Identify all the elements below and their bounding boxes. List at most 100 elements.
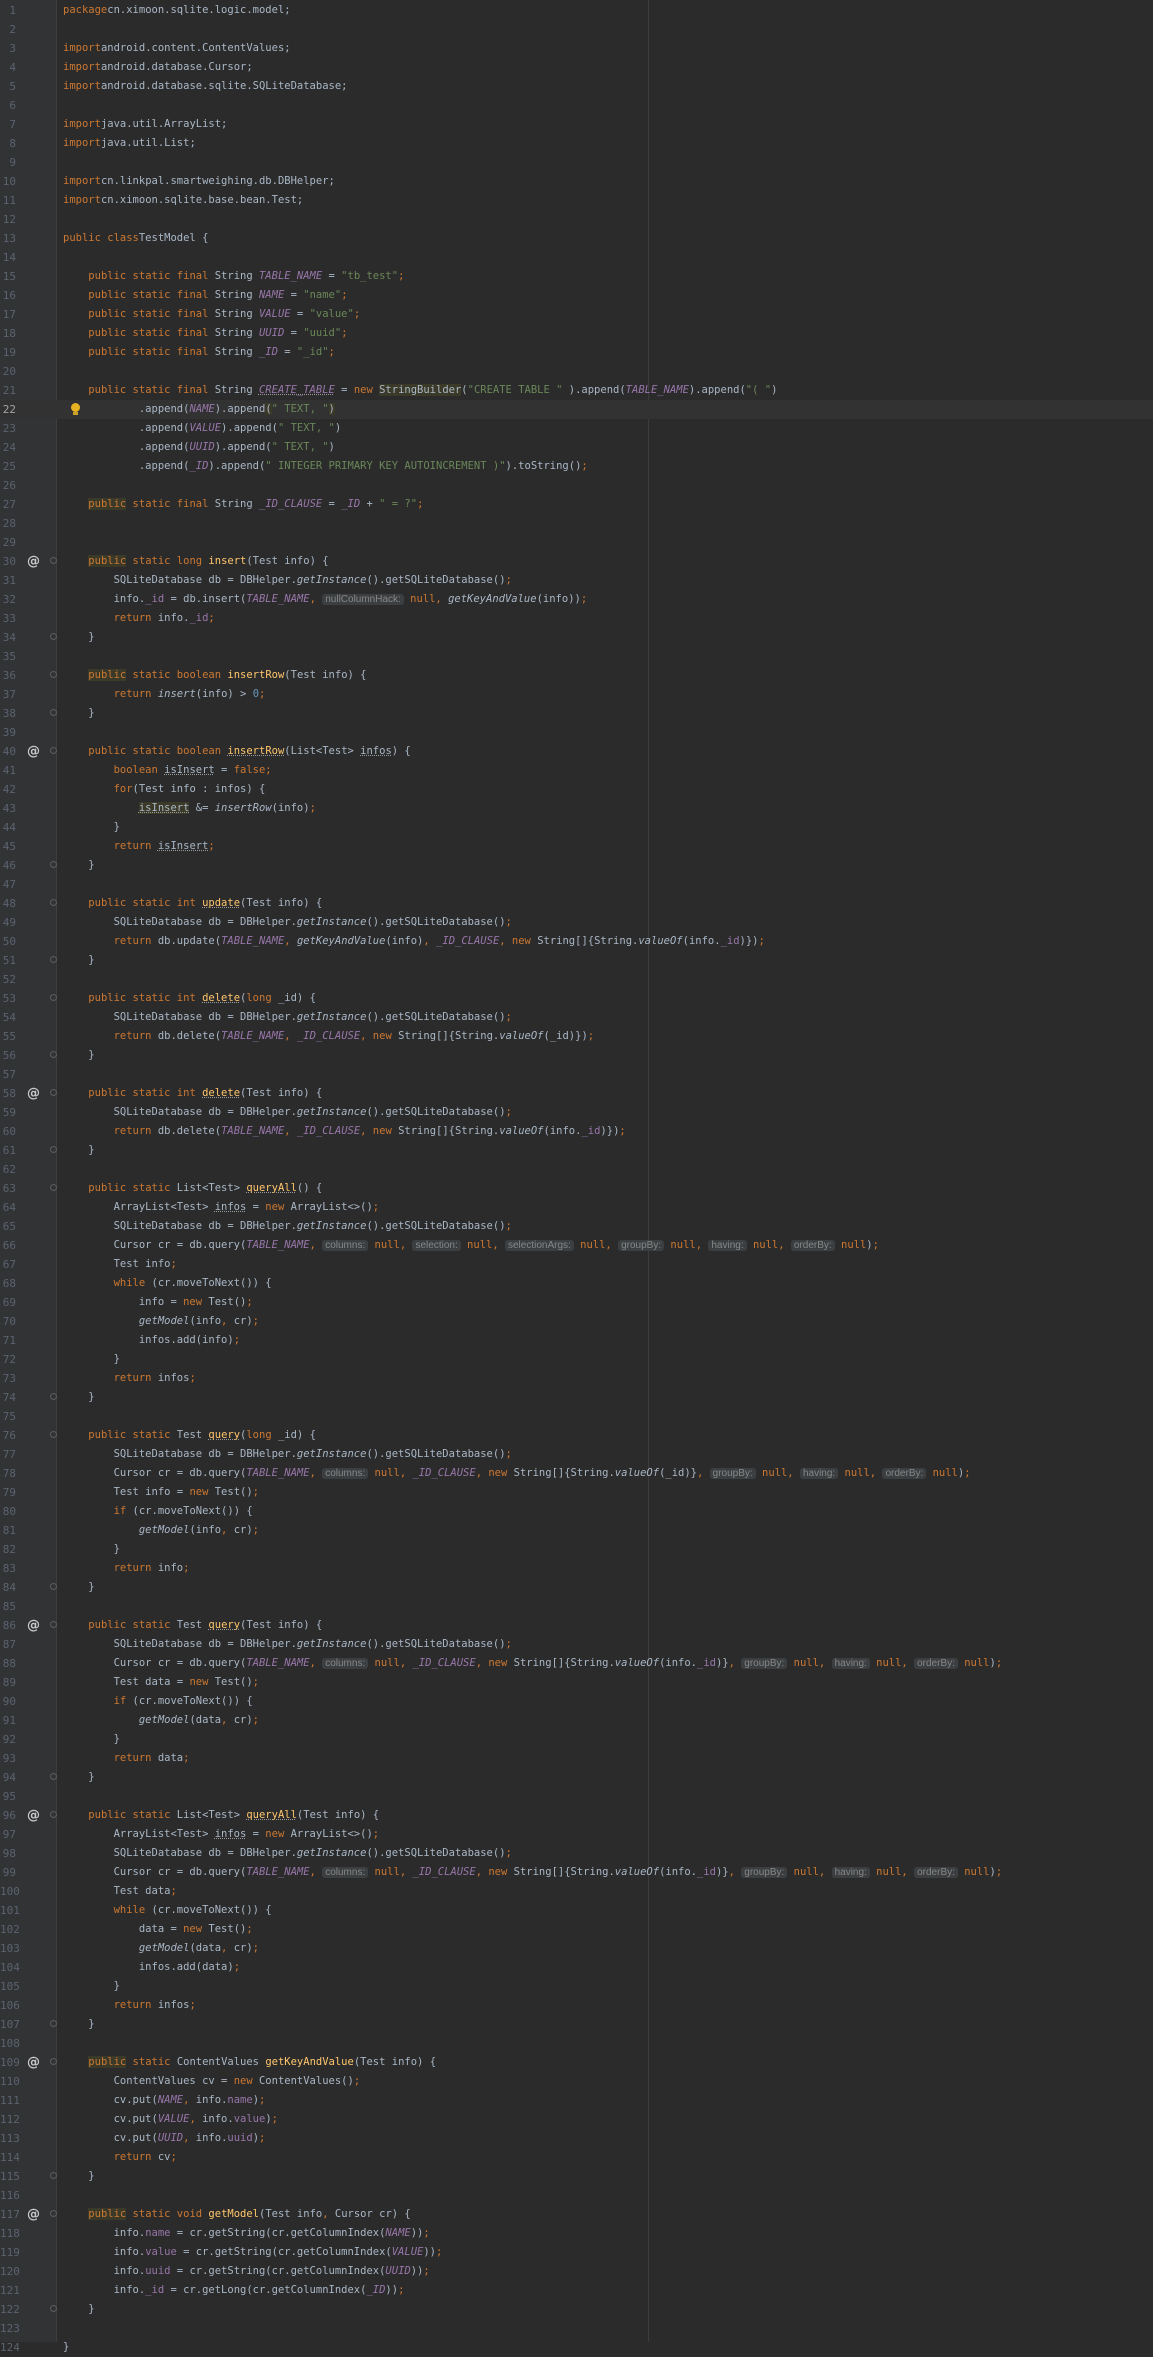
line-number[interactable]: 50 [0, 932, 16, 951]
line-number[interactable]: 73 [0, 1369, 16, 1388]
code-text[interactable]: infos.add(info); [63, 1331, 240, 1350]
code-line[interactable]: 88 Cursor cr = db.query(TABLE_NAME, colu… [0, 1654, 1153, 1673]
line-number[interactable]: 82 [0, 1540, 16, 1559]
code-text[interactable]: return cv; [63, 2148, 177, 2167]
line-number[interactable]: 46 [0, 856, 16, 875]
code-line[interactable]: 61 } [0, 1141, 1153, 1160]
code-text[interactable]: Cursor cr = db.query(TABLE_NAME, columns… [63, 1236, 879, 1255]
code-text[interactable]: infos.add(data); [63, 1958, 240, 1977]
code-line[interactable]: 71 infos.add(info); [0, 1331, 1153, 1350]
code-line[interactable]: 30 @ public static long insert(Test info)… [0, 552, 1153, 571]
line-number[interactable]: 51 [0, 951, 16, 970]
code-text[interactable]: getModel(info, cr); [63, 1312, 259, 1331]
code-text[interactable]: public static int delete(Test info) { [63, 1084, 322, 1103]
line-number[interactable]: 79 [0, 1483, 16, 1502]
line-number[interactable]: 8 [0, 134, 16, 153]
line-number[interactable]: 15 [0, 267, 16, 286]
line-number[interactable]: 60 [0, 1122, 16, 1141]
line-number[interactable]: 45 [0, 837, 16, 856]
line-number[interactable]: 75 [0, 1407, 16, 1426]
code-text[interactable]: ArrayList<Test> infos = new ArrayList<>(… [63, 1825, 380, 1844]
line-number[interactable]: 110 [0, 2072, 20, 2091]
code-line[interactable]: 27 public static final String _ID_CLAUSE… [0, 495, 1153, 514]
code-line[interactable]: 94 } [0, 1768, 1153, 1787]
fold-circle-icon[interactable] [50, 1050, 57, 1058]
line-number[interactable]: 2 [0, 20, 16, 39]
code-line[interactable]: 26 [0, 476, 1153, 495]
at-sign-icon[interactable]: @ [27, 1806, 40, 1825]
line-number[interactable]: 98 [0, 1844, 16, 1863]
code-text[interactable]: public static Test query(Test info) { [63, 1616, 322, 1635]
code-text[interactable]: public static int delete(long _id) { [63, 989, 316, 1008]
code-line[interactable]: 40 @ public static boolean insertRow(List… [0, 742, 1153, 761]
code-line[interactable]: 17 public static final String VALUE = "v… [0, 305, 1153, 324]
line-number[interactable]: 23 [0, 419, 16, 438]
code-text[interactable]: .append(NAME).append(" TEXT, ") [63, 400, 335, 419]
code-text[interactable]: } [63, 2338, 69, 2357]
line-number[interactable]: 84 [0, 1578, 16, 1597]
code-editor[interactable]: 1 packagecn.ximoon.sqlite.logic.model; 2 3 i… [0, 0, 1153, 2354]
line-number[interactable]: 56 [0, 1046, 16, 1065]
line-number[interactable]: 18 [0, 324, 16, 343]
line-number[interactable]: 123 [0, 2319, 20, 2338]
line-number[interactable]: 108 [0, 2034, 20, 2053]
code-line[interactable]: 37 return insert(info) > 0; [0, 685, 1153, 704]
code-line[interactable]: 20 [0, 362, 1153, 381]
line-number[interactable]: 5 [0, 77, 16, 96]
code-text[interactable]: public static ContentValues getKeyAndVal… [63, 2053, 436, 2072]
line-number[interactable]: 119 [0, 2243, 20, 2262]
code-line[interactable]: 22 .append(NAME).append(" TEXT, ") [0, 399, 1153, 419]
code-line[interactable]: 25 .append(_ID).append(" INTEGER PRIMARY… [0, 457, 1153, 476]
line-number[interactable]: 86 [0, 1616, 16, 1635]
line-number[interactable]: 77 [0, 1445, 16, 1464]
line-number[interactable]: 116 [0, 2186, 20, 2205]
line-number[interactable]: 85 [0, 1597, 16, 1616]
line-number[interactable]: 89 [0, 1673, 16, 1692]
code-text[interactable]: } [63, 2015, 94, 2034]
code-line[interactable]: 10 importcn.linkpal.smartweighing.db.DBHe… [0, 172, 1153, 191]
line-number[interactable]: 22 [0, 400, 16, 419]
code-text[interactable]: } [63, 818, 120, 837]
code-line[interactable]: 43 isInsert &= insertRow(info); [0, 799, 1153, 818]
code-text[interactable]: cv.put(NAME, info.name); [63, 2091, 266, 2110]
code-text[interactable]: public static int update(Test info) { [63, 894, 322, 913]
code-line[interactable]: 63 public static List<Test> queryAll() { [0, 1179, 1153, 1198]
code-text[interactable]: } [63, 704, 94, 723]
code-text[interactable]: Cursor cr = db.query(TABLE_NAME, columns… [63, 1863, 1002, 1882]
line-number[interactable]: 53 [0, 989, 16, 1008]
line-number[interactable]: 13 [0, 229, 16, 248]
code-line[interactable]: 14 [0, 248, 1153, 267]
code-text[interactable]: public static boolean insertRow(Test inf… [63, 666, 366, 685]
code-text[interactable]: SQLiteDatabase db = DBHelper.getInstance… [63, 1445, 512, 1464]
line-number[interactable]: 109 [0, 2053, 20, 2072]
line-number[interactable]: 16 [0, 286, 16, 305]
line-number[interactable]: 120 [0, 2262, 20, 2281]
code-line[interactable]: 58 @ public static int delete(Test info) … [0, 1084, 1153, 1103]
code-text[interactable]: return db.update(TABLE_NAME, getKeyAndVa… [63, 932, 765, 951]
line-number[interactable]: 59 [0, 1103, 16, 1122]
code-text[interactable]: importjava.util.ArrayList; [63, 115, 227, 134]
code-line[interactable]: 72 } [0, 1350, 1153, 1369]
fold-circle-icon[interactable] [50, 2019, 57, 2027]
code-line[interactable]: 48 public static int update(Test info) { [0, 894, 1153, 913]
code-line[interactable]: 121 info._id = cr.getLong(cr.getColumnIn… [0, 2281, 1153, 2300]
code-line[interactable]: 102 data = new Test(); [0, 1920, 1153, 1939]
code-text[interactable]: SQLiteDatabase db = DBHelper.getInstance… [63, 1103, 512, 1122]
code-text[interactable]: SQLiteDatabase db = DBHelper.getInstance… [63, 1844, 512, 1863]
code-line[interactable]: 24 .append(UUID).append(" TEXT, ") [0, 438, 1153, 457]
code-line[interactable]: 120 info.uuid = cr.getString(cr.getColum… [0, 2262, 1153, 2281]
code-text[interactable]: SQLiteDatabase db = DBHelper.getInstance… [63, 1635, 512, 1654]
line-number[interactable]: 35 [0, 647, 16, 666]
code-line[interactable]: 97 ArrayList<Test> infos = new ArrayList… [0, 1825, 1153, 1844]
code-line[interactable]: 123 [0, 2319, 1153, 2338]
code-text[interactable]: return infos; [63, 1369, 196, 1388]
code-line[interactable]: 91 getModel(data, cr); [0, 1711, 1153, 1730]
line-number[interactable]: 106 [0, 1996, 20, 2015]
code-line[interactable]: 19 public static final String _ID = "_id… [0, 343, 1153, 362]
code-text[interactable]: Cursor cr = db.query(TABLE_NAME, columns… [63, 1464, 971, 1483]
code-text[interactable]: } [63, 1350, 120, 1369]
fold-circle-icon[interactable] [50, 1810, 57, 1818]
code-text[interactable]: info._id = cr.getLong(cr.getColumnIndex(… [63, 2281, 405, 2300]
code-line[interactable]: 55 return db.delete(TABLE_NAME, _ID_CLAU… [0, 1027, 1153, 1046]
code-text[interactable]: Cursor cr = db.query(TABLE_NAME, columns… [63, 1654, 1002, 1673]
